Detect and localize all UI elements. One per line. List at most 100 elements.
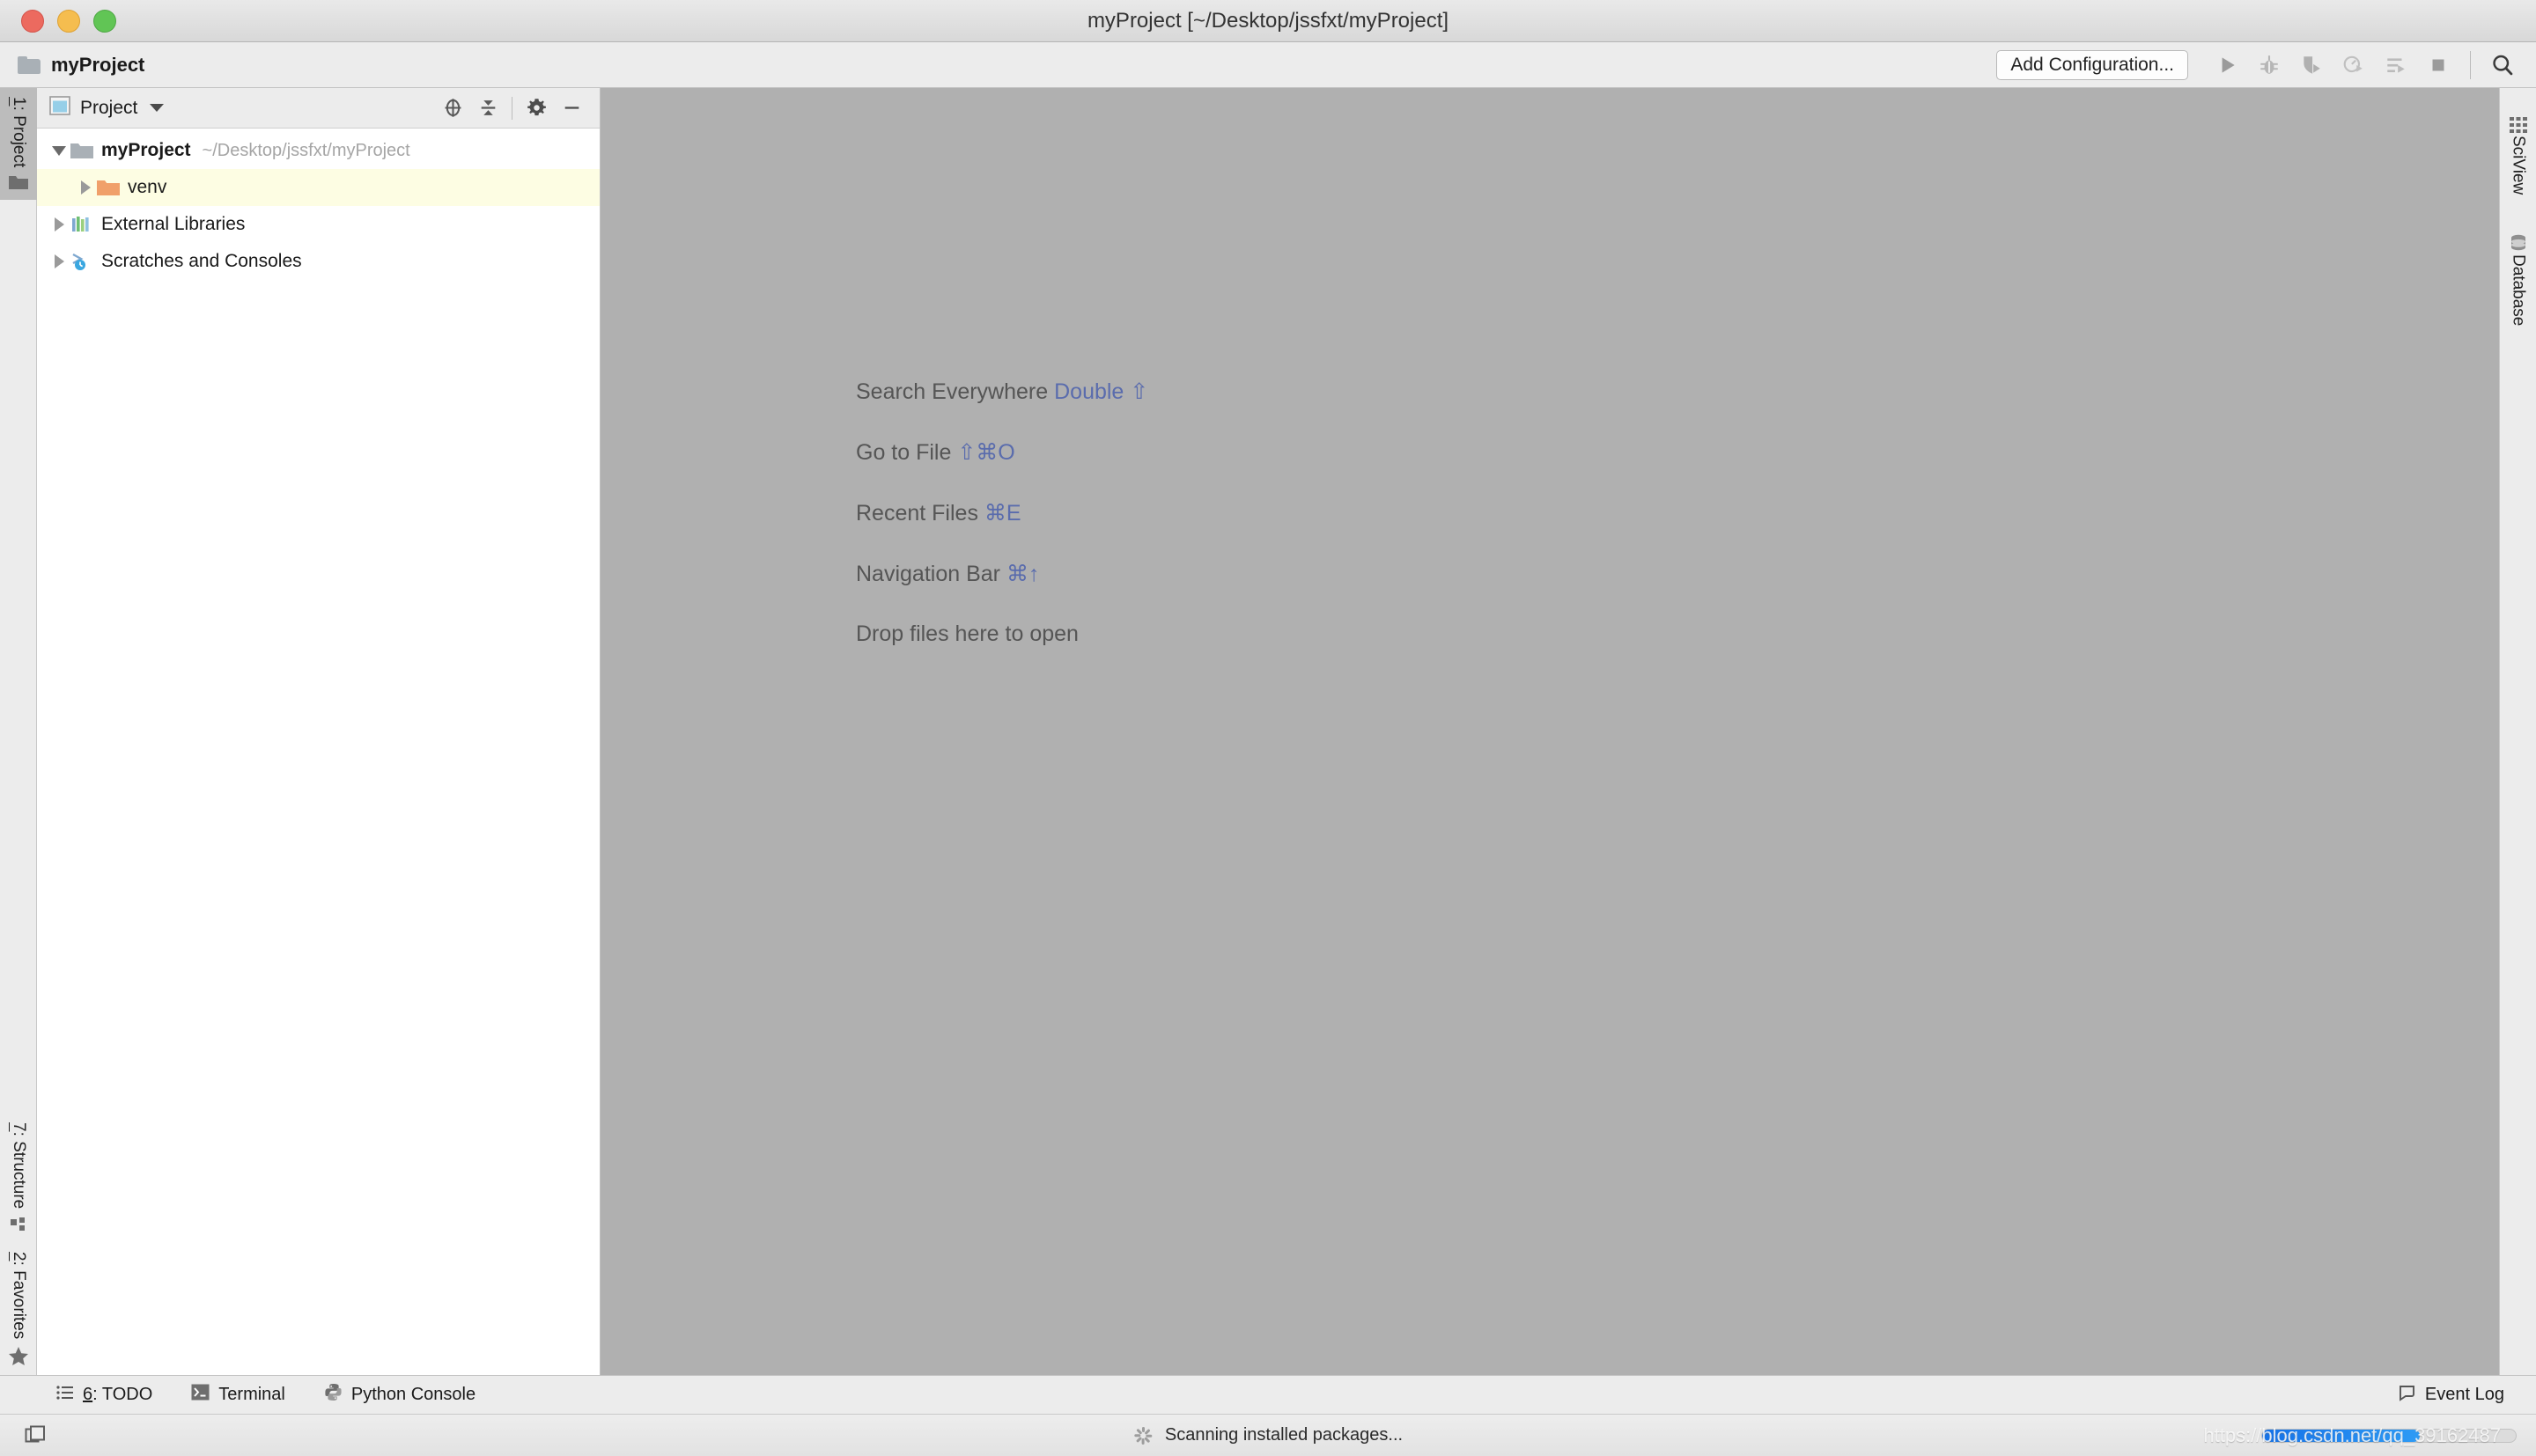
status-bar: Scanning installed packages... https://b… [0, 1414, 2536, 1456]
hide-tool-windows-button[interactable] [0, 1424, 70, 1447]
bottom-tool-bar: 6: TODO Terminal Python Console Event Lo… [0, 1375, 2536, 1414]
hide-button[interactable] [554, 91, 589, 126]
drop-files-message: Drop files here to open [856, 621, 1079, 646]
table-row[interactable]: venv [37, 169, 600, 206]
run-params-icon [2387, 57, 2405, 73]
hint-shortcut: ⇧⌘O [957, 440, 1015, 465]
project-tool-window: Project myProject ~/Desktop/jssfxt/myPro… [37, 88, 601, 1375]
folder-icon [9, 174, 28, 191]
project-view-icon [49, 96, 70, 120]
hint-shortcut: ⌘↑ [1006, 562, 1040, 586]
event-log-balloon-icon [2398, 1384, 2416, 1407]
search-magnifier-icon [2493, 55, 2513, 75]
window-title: myProject [~/Desktop/jssfxt/myProject] [1087, 8, 1449, 33]
tree-item-label: External Libraries [101, 214, 246, 234]
bottom-item-python-console-label: Python Console [350, 1385, 476, 1404]
folder-icon [18, 55, 41, 74]
table-row[interactable]: Scratches and Consoles [37, 243, 600, 280]
run-toolbar: Add Configuration... [1996, 46, 2524, 85]
sidebar-item-project[interactable]: 1: Project [0, 88, 37, 201]
progress-bar-fill [2262, 1429, 2420, 1442]
minimize-dash-icon [564, 107, 579, 109]
terminal-icon [191, 1384, 210, 1406]
stop-square-icon [2432, 59, 2444, 70]
minimize-button[interactable] [57, 9, 80, 33]
event-log-button[interactable]: Event Log [2398, 1384, 2504, 1407]
run-with-coverage-button[interactable] [2290, 46, 2333, 85]
database-cylinder-icon [2509, 233, 2528, 253]
sidebar-item-project-label: 1: Project [10, 97, 28, 168]
grid-icon [2509, 116, 2528, 134]
coverage-shield-icon [2304, 55, 2320, 74]
structure-icon [10, 1217, 27, 1234]
hint-recent-files: Recent Files ⌘E [856, 500, 1148, 526]
sidebar-item-favorites[interactable]: 2: Favorites [0, 1243, 37, 1375]
hint-action-label: Recent Files [856, 501, 978, 526]
sidebar-item-structure[interactable]: 7: Structure [0, 1114, 37, 1242]
close-button[interactable] [21, 9, 44, 33]
collapse-all-icon [481, 100, 495, 115]
left-stripe-top-group: 1: Project [0, 88, 37, 201]
sidebar-item-database-label: Database [2509, 254, 2528, 327]
bottom-item-todo[interactable]: 6: TODO [56, 1385, 152, 1406]
profile-button[interactable] [2333, 46, 2375, 85]
project-tool-window-title: Project [80, 97, 138, 118]
title-bar: myProject [~/Desktop/jssfxt/myProject] [0, 0, 2536, 42]
add-configuration-button[interactable]: Add Configuration... [1996, 49, 2188, 80]
status-progress-group[interactable]: https://blog.csdn.net/qq_39162487 [2203, 1424, 2517, 1446]
editor-empty-state[interactable]: Search Everywhere Double ⇧ Go to File ⇧⌘… [601, 88, 2499, 1375]
hide-tool-windows-icon [25, 1425, 45, 1442]
pycharm-window: myProject [~/Desktop/jssfxt/myProject] m… [0, 0, 2536, 1456]
run-with-params-button[interactable] [2375, 46, 2417, 85]
breadcrumb[interactable]: myProject [18, 54, 144, 77]
sidebar-item-sciview[interactable]: SciView [2500, 100, 2536, 217]
tree-item-label: myProject [101, 140, 191, 160]
run-button[interactable] [2206, 46, 2248, 85]
table-row[interactable]: External Libraries [37, 206, 600, 243]
table-row[interactable]: myProject ~/Desktop/jssfxt/myProject [37, 132, 600, 169]
tree-expander[interactable] [48, 243, 70, 280]
external-libraries-icon [70, 216, 93, 234]
tree-expander[interactable] [74, 169, 97, 206]
gear-icon [527, 99, 546, 116]
zoom-button[interactable] [93, 9, 116, 33]
sidebar-item-favorites-label: 2: Favorites [10, 1251, 28, 1339]
tree-expander[interactable] [48, 132, 70, 169]
navigation-bar: myProject Add Configuration... [0, 42, 2536, 88]
scratches-icon [70, 252, 93, 271]
hint-action-label: Go to File [856, 440, 952, 465]
debug-bug-icon [2260, 55, 2278, 74]
hint-navigation-bar: Navigation Bar ⌘↑ [856, 561, 1148, 587]
breadcrumb-label: myProject [51, 53, 145, 76]
run-play-icon [2222, 56, 2235, 73]
settings-button[interactable] [519, 91, 554, 126]
loading-spinner-icon [1133, 1426, 1153, 1445]
editor-hint-list: Search Everywhere Double ⇧ Go to File ⇧⌘… [856, 379, 1148, 681]
hint-action-label: Navigation Bar [856, 562, 1000, 586]
project-tree[interactable]: myProject ~/Desktop/jssfxt/myProject ven… [37, 129, 600, 1375]
collapse-all-button[interactable] [470, 91, 505, 126]
chevron-down-icon[interactable] [150, 104, 165, 112]
tree-expander[interactable] [48, 206, 70, 243]
event-log-label: Event Log [2424, 1385, 2504, 1404]
folder-icon [70, 142, 93, 160]
tree-item-label: venv [128, 177, 167, 197]
hint-action-label: Search Everywhere [856, 379, 1049, 404]
tree-item-label: Scratches and Consoles [101, 251, 302, 271]
select-opened-file-button[interactable] [435, 91, 470, 126]
search-everywhere-button[interactable] [2481, 46, 2524, 85]
folder-icon [97, 179, 120, 197]
bottom-item-python-console[interactable]: Python Console [324, 1383, 476, 1407]
bottom-item-terminal[interactable]: Terminal [191, 1384, 285, 1406]
stop-button[interactable] [2417, 46, 2459, 85]
toolbar-separator [2470, 50, 2471, 79]
debug-button[interactable] [2248, 46, 2290, 85]
left-stripe-bottom-group: 7: Structure 2: Favorites [0, 1114, 36, 1375]
tree-item-path: ~/Desktop/jssfxt/myProject [202, 140, 410, 160]
locate-target-icon [445, 99, 461, 117]
project-tool-window-header: Project [37, 88, 600, 129]
progress-bar [2261, 1428, 2517, 1443]
hint-shortcut: ⌘E [984, 501, 1021, 526]
bottom-item-todo-label: 6: TODO [83, 1385, 153, 1404]
sidebar-item-database[interactable]: Database [2500, 217, 2536, 349]
